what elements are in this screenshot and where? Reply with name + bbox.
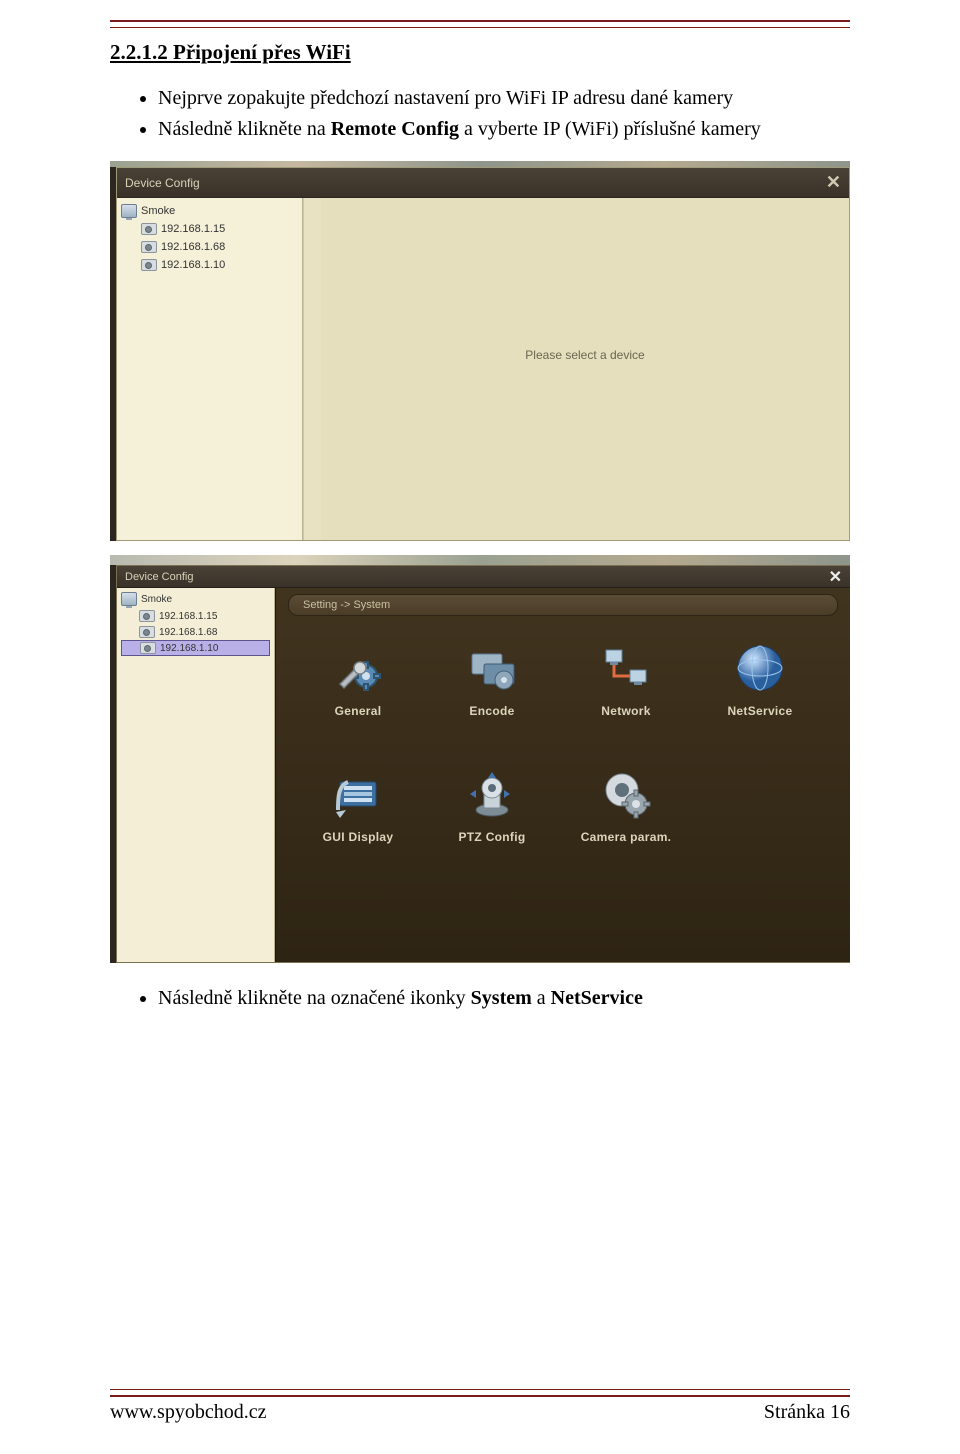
network-icon — [598, 640, 654, 696]
text: a — [532, 987, 551, 1009]
settings-item-ptz-config[interactable]: PTZ Config — [432, 766, 552, 844]
dialog-title: Device Config — [125, 176, 200, 190]
dialog-titlebar: Device Config ✕ — [117, 168, 849, 198]
settings-item-label: Encode — [469, 704, 514, 718]
text-bold: System — [471, 987, 532, 1009]
settings-item-label: PTZ Config — [459, 830, 526, 844]
camera-icon — [139, 626, 155, 638]
tree-item[interactable]: 192.168.1.68 — [121, 238, 298, 256]
tree-item-label: 192.168.1.15 — [159, 611, 217, 622]
camera-icon — [141, 223, 157, 235]
tree-item[interactable]: 192.168.1.15 — [121, 220, 298, 238]
footer-page-number: Stránka 16 — [764, 1401, 850, 1424]
screenshot-device-config-system: Device Config ✕ Smoke 192.168.1.15 192. — [110, 555, 850, 965]
window-top-edge — [110, 555, 850, 565]
tree-item-selected[interactable]: 192.168.1.10 — [121, 640, 270, 656]
text: Následně klikněte na — [158, 118, 331, 140]
text: a vyberte IP (WiFi) příslušné kamery — [459, 118, 761, 140]
display-icon — [330, 766, 386, 822]
settings-item-label: NetService — [727, 704, 792, 718]
tree-item-label: 192.168.1.10 — [161, 259, 225, 271]
tree-item[interactable]: 192.168.1.68 — [121, 624, 270, 640]
page-rule-top — [110, 20, 850, 28]
tree-item-label: 192.168.1.68 — [159, 627, 217, 638]
monitor-icon — [121, 592, 137, 606]
instruction-list-bottom: Následně klikněte na označené ikonky Sys… — [110, 983, 850, 1014]
monitor-icon — [121, 204, 137, 218]
scrollbar[interactable] — [303, 198, 321, 540]
settings-item-gui-display[interactable]: GUI Display — [298, 766, 418, 844]
camera-icon — [139, 610, 155, 622]
settings-item-netservice[interactable]: NetService — [700, 640, 820, 718]
settings-item-label: Network — [601, 704, 650, 718]
settings-item-label: GUI Display — [323, 830, 394, 844]
placeholder-text: Please select a device — [321, 348, 849, 362]
tree-item-label: 192.168.1.15 — [161, 223, 225, 235]
breadcrumb: Setting -> System — [288, 594, 838, 616]
encode-icon — [464, 640, 520, 696]
content-area: Please select a device — [321, 198, 849, 540]
screenshot-device-config-empty: Device Config ✕ Smoke 192.168.1.15 192. — [110, 161, 850, 541]
ptz-camera-icon — [464, 766, 520, 822]
instruction-item: Následně klikněte na označené ikonky Sys… — [158, 983, 850, 1014]
instruction-item: Následně klikněte na Remote Config a vyb… — [158, 114, 850, 145]
tree-root-label: Smoke — [141, 594, 172, 605]
section-title: 2.2.1.2 Připojení přes WiFi — [110, 40, 850, 65]
dialog-titlebar: Device Config ✕ — [117, 566, 850, 588]
settings-icon-grid: General Encode — [298, 640, 828, 844]
instruction-list-top: Nejprve zopakujte předchozí nastavení pr… — [110, 83, 850, 145]
tree-item-label: 192.168.1.10 — [160, 643, 218, 654]
settings-item-general[interactable]: General — [298, 640, 418, 718]
tree-item[interactable]: 192.168.1.15 — [121, 608, 270, 624]
device-tree-panel: Smoke 192.168.1.15 192.168.1.68 192.168.… — [117, 198, 303, 540]
globe-icon — [732, 640, 788, 696]
text-bold: NetService — [551, 987, 643, 1009]
tree-item-label: 192.168.1.68 — [161, 241, 225, 253]
tree-item[interactable]: 192.168.1.10 — [121, 256, 298, 274]
page-rule-bottom — [110, 1389, 850, 1397]
close-icon[interactable]: ✕ — [829, 567, 842, 587]
settings-item-label: General — [335, 704, 382, 718]
camera-icon — [140, 642, 156, 654]
tree-root-label: Smoke — [141, 205, 175, 217]
settings-panel: Setting -> System — [275, 588, 850, 962]
instruction-item: Nejprve zopakujte předchozí nastavení pr… — [158, 83, 850, 114]
settings-item-network[interactable]: Network — [566, 640, 686, 718]
dialog-title: Device Config — [125, 571, 193, 583]
tree-root[interactable]: Smoke — [121, 204, 298, 218]
settings-item-encode[interactable]: Encode — [432, 640, 552, 718]
wrench-gear-icon — [330, 640, 386, 696]
close-icon[interactable]: ✕ — [826, 172, 841, 193]
device-tree-panel: Smoke 192.168.1.15 192.168.1.68 192.168.… — [117, 588, 275, 962]
page-footer: www.spyobchod.cz Stránka 16 — [110, 1389, 850, 1424]
footer-url: www.spyobchod.cz — [110, 1401, 266, 1424]
tree-root[interactable]: Smoke — [121, 592, 270, 606]
camera-icon — [141, 259, 157, 271]
text-bold: Remote Config — [331, 118, 459, 140]
camera-gear-icon — [598, 766, 654, 822]
settings-item-label: Camera param. — [581, 830, 672, 844]
camera-icon — [141, 241, 157, 253]
text: Následně klikněte na označené ikonky — [158, 987, 471, 1009]
settings-item-camera-param[interactable]: Camera param. — [566, 766, 686, 844]
